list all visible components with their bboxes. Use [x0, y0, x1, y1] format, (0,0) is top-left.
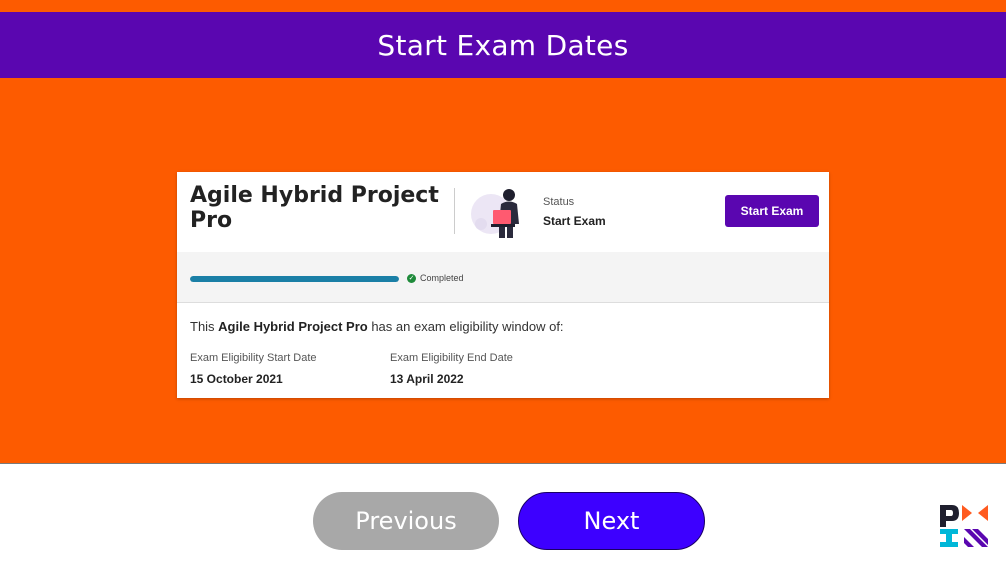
page-title: Start Exam Dates	[377, 28, 629, 62]
end-date-label: Exam Eligibility End Date	[390, 352, 513, 364]
eligibility-end-date: Exam Eligibility End Date 13 April 2022	[390, 352, 513, 386]
card-header: Agile Hybrid Project Pro Status Start Ex…	[177, 172, 829, 252]
eligibility-sentence: This Agile Hybrid Project Pro has an exa…	[190, 319, 564, 334]
eligibility-suffix: has an exam eligibility window of:	[367, 319, 564, 334]
eligibility-course-name: Agile Hybrid Project Pro	[218, 319, 368, 334]
header-divider	[454, 188, 455, 234]
eligibility-prefix: This	[190, 319, 219, 334]
top-accent-strip	[0, 0, 1006, 12]
pmi-logo	[940, 505, 988, 547]
start-date-value: 15 October 2021	[190, 372, 283, 386]
status-value: Start Exam	[543, 214, 606, 228]
course-title: Agile Hybrid Project Pro	[190, 183, 439, 233]
person-at-laptop-illustration	[471, 189, 519, 238]
title-bar: Start Exam Dates	[0, 12, 1006, 78]
progress-status-label: Completed	[420, 273, 464, 283]
course-card: Agile Hybrid Project Pro Status Start Ex…	[177, 172, 829, 398]
progress-bar	[190, 276, 399, 282]
status-label: Status	[543, 196, 575, 208]
start-date-label: Exam Eligibility Start Date	[190, 352, 317, 364]
end-date-value: 13 April 2022	[390, 372, 464, 386]
start-exam-button[interactable]: Start Exam	[725, 195, 819, 227]
progress-fill	[190, 276, 399, 282]
progress-section: ✓ Completed	[177, 252, 829, 303]
check-circle-icon: ✓	[407, 274, 416, 283]
footer-divider	[0, 463, 1006, 464]
previous-button[interactable]: Previous	[313, 492, 499, 550]
eligibility-start-date: Exam Eligibility Start Date 15 October 2…	[190, 352, 317, 386]
next-button[interactable]: Next	[518, 492, 705, 550]
